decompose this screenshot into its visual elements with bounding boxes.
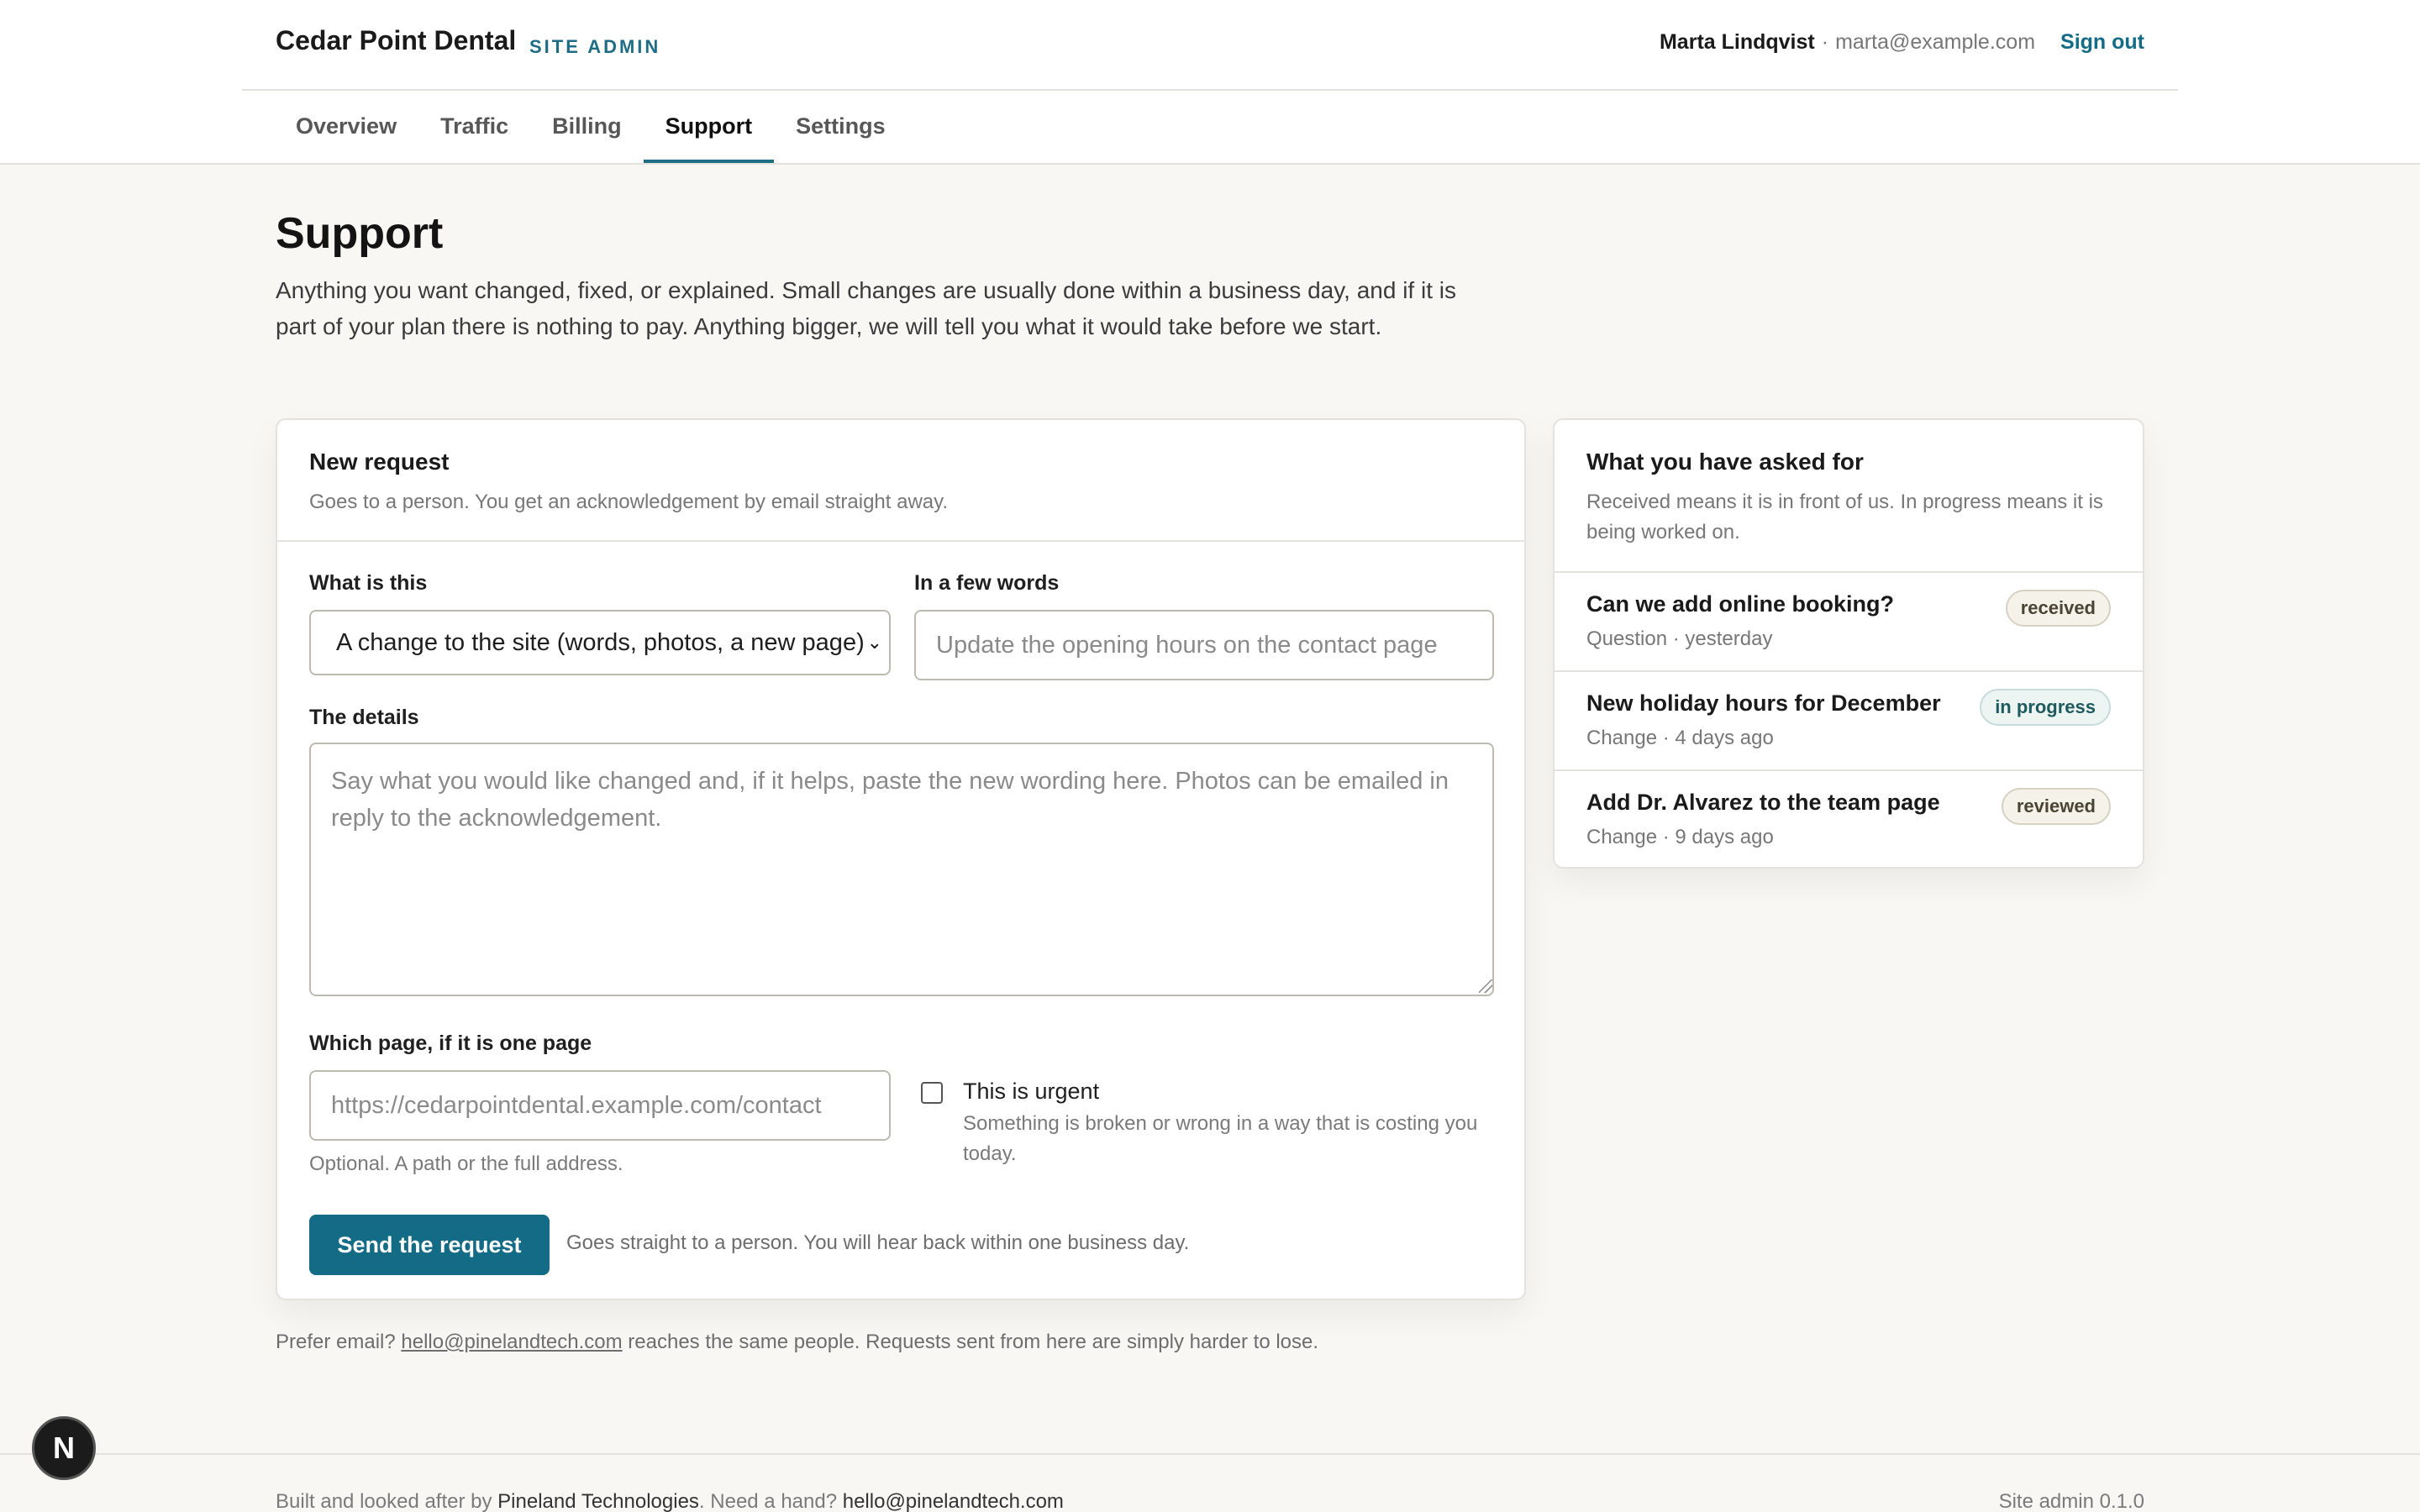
page-title: Support	[276, 209, 444, 258]
main-nav: Overview Traffic Billing Support Setting…	[242, 91, 908, 163]
new-request-header: New request Goes to a person. You get an…	[277, 420, 1524, 542]
brand-name: Cedar Point Dental	[276, 25, 517, 55]
history-item-meta: Change · 9 days ago	[1586, 826, 1774, 848]
details-label: The details	[309, 706, 419, 729]
new-request-title: New request	[309, 449, 450, 475]
summary-label: In a few words	[914, 571, 1060, 595]
tab-overview[interactable]: Overview	[274, 91, 418, 163]
send-request-button[interactable]: Send the request	[309, 1215, 550, 1275]
history-item-meta: Change · 4 days ago	[1586, 727, 1774, 749]
brand-subtitle: SITE ADMIN	[529, 36, 661, 57]
page-url-input[interactable]	[309, 1070, 891, 1141]
request-history-card: What you have asked for Received means i…	[1553, 418, 2144, 869]
user-area: Marta Lindqvist · marta@example.com Sign…	[1660, 30, 2144, 55]
resize-handle-icon[interactable]	[1479, 979, 1492, 993]
chevron-down-icon: ⌄	[866, 632, 882, 653]
footer-help-email[interactable]: hello@pinelandtech.com	[843, 1490, 1064, 1512]
user-separator: ·	[1821, 30, 1829, 54]
tab-traffic[interactable]: Traffic	[418, 91, 530, 163]
dev-tools-badge[interactable]: N	[32, 1416, 96, 1480]
footer-built-prefix: Built and looked after by	[276, 1490, 492, 1512]
status-badge: in progress	[1980, 689, 2111, 726]
history-item[interactable]: Add Dr. Alvarez to the team page Change …	[1555, 771, 2143, 870]
support-email-link[interactable]: hello@pinelandtech.com	[401, 1331, 622, 1353]
footer: Built and looked after by Pineland Techn…	[0, 1453, 2420, 1512]
status-badge: received	[2005, 590, 2111, 627]
tab-billing[interactable]: Billing	[530, 91, 644, 163]
urgent-checkbox[interactable]	[921, 1082, 943, 1104]
footer-help-prefix: . Need a hand?	[698, 1490, 838, 1512]
history-header: What you have asked for Received means i…	[1555, 420, 2143, 573]
prefer-prefix: Prefer email?	[276, 1331, 396, 1353]
urgent-label: This is urgent	[963, 1079, 1100, 1104]
top-bar: Cedar Point Dental SITE ADMIN Marta Lind…	[0, 0, 2420, 165]
status-badge: reviewed	[2001, 788, 2111, 825]
footer-company[interactable]: Pineland Technologies	[497, 1490, 699, 1512]
history-item-meta: Question · yesterday	[1586, 627, 1773, 650]
details-textarea[interactable]	[309, 743, 1494, 996]
email-alternative-note: Prefer email? hello@pinelandtech.com rea…	[276, 1331, 1318, 1354]
history-subtitle: Received means it is in front of us. In …	[1586, 491, 2103, 543]
page-help-text: Optional. A path or the full address.	[309, 1152, 623, 1175]
new-request-card: New request Goes to a person. You get an…	[276, 418, 1526, 1300]
type-select-value: A change to the site (words, photos, a n…	[336, 629, 865, 656]
page-intro: Anything you want changed, fixed, or exp…	[276, 277, 1456, 339]
send-note: Goes straight to a person. You will hear…	[566, 1231, 1190, 1254]
prefer-suffix: reaches the same people. Requests sent f…	[628, 1331, 1319, 1353]
tab-support[interactable]: Support	[643, 91, 775, 163]
summary-input[interactable]	[914, 610, 1494, 680]
urgent-help-text: Something is broken or wrong in a way th…	[963, 1112, 1478, 1165]
tab-settings[interactable]: Settings	[774, 91, 908, 163]
type-label: What is this	[309, 571, 428, 595]
footer-version: Site admin 0.1.0	[1998, 1490, 2144, 1512]
footer-credits: Built and looked after by Pineland Techn…	[276, 1490, 1064, 1512]
user-name: Marta Lindqvist	[1659, 30, 1815, 54]
type-select[interactable]: A change to the site (words, photos, a n…	[309, 610, 891, 675]
sign-out-link[interactable]: Sign out	[2060, 30, 2144, 55]
header: Cedar Point Dental SITE ADMIN Marta Lind…	[242, 0, 2178, 91]
new-request-subtitle: Goes to a person. You get an acknowledge…	[309, 491, 949, 513]
history-title: What you have asked for	[1586, 449, 1864, 475]
history-item[interactable]: Can we add online booking? Question · ye…	[1555, 573, 2143, 672]
user-email: marta@example.com	[1835, 30, 2036, 54]
page-label: Which page, if it is one page	[309, 1032, 592, 1055]
history-item[interactable]: New holiday hours for December Change · …	[1555, 672, 2143, 771]
